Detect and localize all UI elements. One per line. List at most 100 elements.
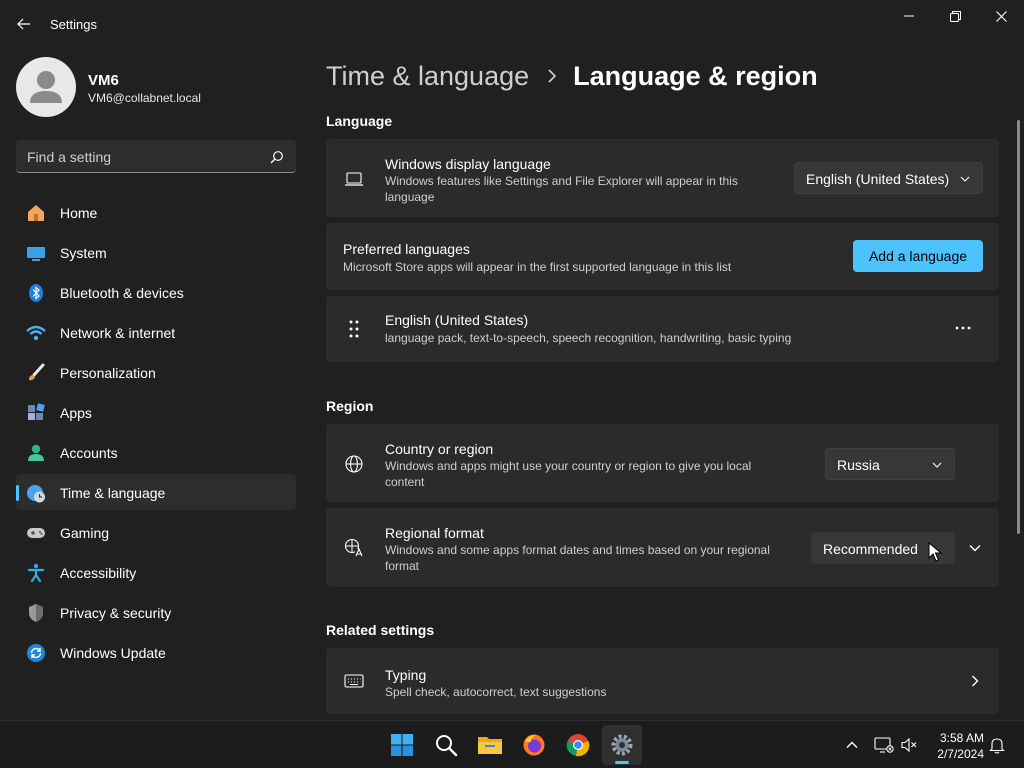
sidebar-item-system[interactable]: System <box>16 234 296 270</box>
settings-taskbar-button[interactable] <box>602 725 642 765</box>
back-button[interactable] <box>10 12 38 36</box>
add-language-button[interactable]: Add a language <box>853 240 983 272</box>
search-input[interactable]: Find a setting <box>16 140 296 173</box>
chevron-right-icon <box>548 69 557 83</box>
sidebar-item-label: Accounts <box>60 445 118 461</box>
country-region-description: Windows and apps might use your country … <box>385 459 752 489</box>
avatar <box>16 57 76 117</box>
person-icon <box>30 71 62 103</box>
sidebar-item-accessibility[interactable]: Accessibility <box>16 554 296 590</box>
sidebar-item-label: System <box>60 245 107 261</box>
start-icon <box>391 734 413 756</box>
search-icon <box>436 735 458 757</box>
sidebar-item-personalization[interactable]: Personalization <box>16 354 296 390</box>
minimize-button[interactable] <box>886 0 932 32</box>
country-region-value: Russia <box>837 457 880 473</box>
regional-format-description: Windows and some apps format dates and t… <box>385 543 770 573</box>
volume-tray-button[interactable] <box>899 735 919 755</box>
sidebar-item-label: Windows Update <box>60 645 166 661</box>
keyboard-icon <box>344 671 364 691</box>
time-language-icon <box>26 483 46 503</box>
regional-format-value: Recommended <box>823 541 918 557</box>
sidebar-item-label: Accessibility <box>60 565 137 581</box>
profile-name: VM6 <box>88 72 119 89</box>
display-language-card: Windows display language Windows feature… <box>326 139 999 217</box>
close-icon <box>995 10 1007 22</box>
close-button[interactable] <box>978 0 1024 32</box>
regional-format-card[interactable]: Regional format Windows and some apps fo… <box>326 508 999 587</box>
more-options-button[interactable] <box>949 318 977 338</box>
clock-date: 2/7/2024 <box>937 747 984 761</box>
chevron-down-icon <box>969 545 981 552</box>
breadcrumb: Time & language Language & region <box>326 58 818 94</box>
breadcrumb-parent[interactable]: Time & language <box>326 61 529 92</box>
sidebar-item-bluetooth[interactable]: Bluetooth & devices <box>16 274 296 310</box>
page-title: Language & region <box>573 60 818 91</box>
display-language-value: English (United States) <box>806 171 950 187</box>
clock-time: 3:58 AM <box>939 731 984 745</box>
system-clock[interactable]: 3:58 AM 2/7/2024 <box>926 730 984 762</box>
home-icon <box>26 203 46 223</box>
installed-language-title: English (United States) <box>385 312 529 328</box>
file-explorer-button[interactable] <box>470 725 510 765</box>
taskbar: 3:58 AM 2/7/2024 <box>0 720 1024 768</box>
section-title-region: Region <box>326 398 374 414</box>
sidebar-item-time-language[interactable]: Time & language <box>16 474 296 510</box>
bell-icon <box>989 738 1005 754</box>
preferred-languages-title: Preferred languages <box>343 241 470 257</box>
accessibility-icon <box>26 563 46 583</box>
search-placeholder: Find a setting <box>27 149 112 165</box>
section-title-language: Language <box>326 113 393 129</box>
display-language-title: Windows display language <box>385 156 551 172</box>
sidebar-item-privacy[interactable]: Privacy & security <box>16 594 296 630</box>
globe-icon <box>344 454 364 474</box>
network-tray-button[interactable] <box>874 735 894 755</box>
sidebar-item-network[interactable]: Network & internet <box>16 314 296 350</box>
sidebar-item-accounts[interactable]: Accounts <box>16 434 296 470</box>
sidebar-item-label: Privacy & security <box>60 605 172 621</box>
laptop-icon <box>344 169 364 189</box>
more-icon <box>955 326 971 330</box>
typing-open-button[interactable] <box>961 667 989 695</box>
expand-button[interactable] <box>961 534 989 562</box>
display-language-dropdown[interactable]: English (United States) <box>794 162 983 194</box>
firefox-button[interactable] <box>514 725 554 765</box>
typing-description: Spell check, autocorrect, text suggestio… <box>385 685 607 699</box>
sidebar-item-apps[interactable]: Apps <box>16 394 296 430</box>
user-profile[interactable]: VM6 VM6@collabnet.local <box>16 57 296 117</box>
chrome-button[interactable] <box>558 725 598 765</box>
display-language-description: Windows features like Settings and File … <box>385 174 738 204</box>
sidebar-item-gaming[interactable]: Gaming <box>16 514 296 550</box>
drag-handle-icon[interactable] <box>344 319 364 339</box>
system-icon <box>26 243 46 263</box>
sidebar-item-windows-update[interactable]: Windows Update <box>16 634 296 670</box>
sidebar-item-label: Bluetooth & devices <box>60 285 184 301</box>
country-region-dropdown[interactable]: Russia <box>825 448 955 480</box>
sidebar-item-label: Network & internet <box>60 325 176 341</box>
app-title: Settings <box>50 17 97 32</box>
network-icon <box>874 737 894 753</box>
section-title-related: Related settings <box>326 622 435 638</box>
installed-language-description: language pack, text-to-speech, speech re… <box>385 331 792 345</box>
search-icon <box>270 151 283 164</box>
gamepad-icon <box>26 523 46 543</box>
start-button[interactable] <box>382 725 422 765</box>
installed-language-item[interactable]: English (United States) language pack, t… <box>326 296 999 362</box>
apps-icon <box>26 403 46 423</box>
scrollbar[interactable] <box>1017 120 1020 534</box>
show-hidden-icons-button[interactable] <box>842 735 862 755</box>
shield-icon <box>26 603 46 623</box>
typing-title: Typing <box>385 667 427 683</box>
chevron-down-icon <box>932 462 942 468</box>
sidebar-item-label: Apps <box>60 405 92 421</box>
update-icon <box>26 643 46 663</box>
minimize-icon <box>904 15 914 17</box>
typing-card[interactable]: Typing Spell check, autocorrect, text su… <box>326 648 999 714</box>
taskbar-search-button[interactable] <box>426 725 466 765</box>
firefox-icon <box>523 734 545 756</box>
restore-button[interactable] <box>932 0 978 32</box>
sidebar-item-home[interactable]: Home <box>16 194 296 230</box>
mouse-cursor-icon <box>928 542 942 562</box>
bluetooth-icon <box>26 283 46 303</box>
notifications-button[interactable] <box>987 735 1007 755</box>
